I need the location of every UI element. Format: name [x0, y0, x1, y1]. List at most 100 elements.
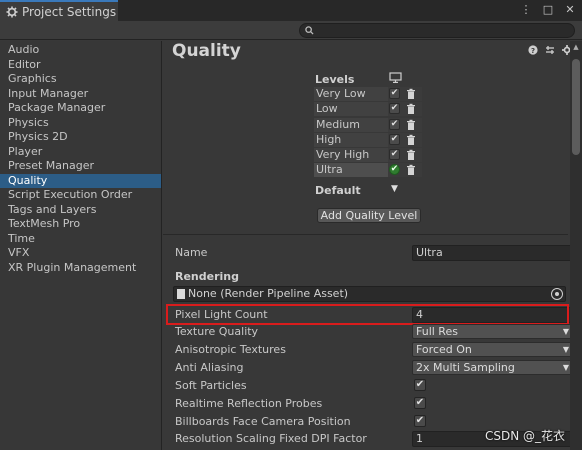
header-icons: ? [528, 45, 570, 55]
sidebar-item-input-manager[interactable]: Input Manager [0, 87, 161, 102]
quality-level-row: Very High ✔ [314, 148, 422, 163]
monitor-icon [389, 72, 402, 83]
tab-title: Project Settings [22, 4, 117, 19]
quality-settings-panel: Quality ? Levels Very Low ✔ Low ✔ Medium… [163, 41, 570, 450]
trash-icon[interactable] [405, 134, 417, 146]
realtime-reflection-probes-label: Realtime Reflection Probes [175, 397, 323, 410]
scrollbar-thumb[interactable] [572, 59, 580, 155]
sidebar-item-package-manager[interactable]: Package Manager [0, 101, 161, 116]
soft-particles-label: Soft Particles [175, 379, 247, 392]
vertical-scrollbar[interactable]: ▲ [570, 41, 582, 450]
quality-level-row-selected: Ultra ✔ [314, 163, 422, 178]
resolution-scaling-dpi-label: Resolution Scaling Fixed DPI Factor [175, 432, 367, 445]
trash-icon[interactable] [405, 88, 417, 100]
quality-level-label[interactable]: Very Low [314, 87, 388, 101]
pixel-light-count-label: Pixel Light Count [175, 308, 268, 321]
sidebar-item-graphics[interactable]: Graphics [0, 72, 161, 87]
quality-level-row: High ✔ [314, 132, 422, 148]
name-field[interactable]: Ultra [412, 245, 570, 261]
quality-level-label[interactable]: Low [314, 102, 388, 117]
anti-aliasing-value: 2x Multi Sampling [416, 361, 515, 374]
quality-level-row: Low ✔ [314, 102, 422, 117]
billboards-face-camera-checkbox[interactable]: ✔ [414, 415, 426, 427]
search-box[interactable] [299, 23, 575, 38]
quality-level-checkbox[interactable]: ✔ [389, 88, 400, 99]
realtime-reflection-probes-checkbox[interactable]: ✔ [414, 397, 426, 409]
page-title: Quality [172, 41, 241, 61]
preset-icon[interactable] [545, 45, 555, 55]
quality-level-label[interactable]: High [314, 132, 388, 147]
tab-project-settings[interactable]: Project Settings [0, 0, 118, 21]
add-quality-level-button[interactable]: Add Quality Level [317, 208, 421, 223]
close-icon[interactable]: ✕ [564, 3, 576, 17]
more-options-icon[interactable]: ⋮ [520, 3, 532, 17]
soft-particles-row: Soft Particles ✔ [175, 378, 565, 394]
anti-aliasing-row: Anti Aliasing 2x Multi Sampling ▼ [175, 360, 570, 376]
settings-sidebar: Audio Editor Graphics Input Manager Pack… [0, 41, 162, 450]
search-row [0, 21, 582, 40]
levels-label: Levels [315, 73, 355, 86]
texture-quality-row: Texture Quality Full Res ▼ [175, 324, 570, 340]
anisotropic-textures-row: Anisotropic Textures Forced On ▼ [175, 342, 570, 358]
name-label: Name [175, 246, 208, 259]
sidebar-item-quality[interactable]: Quality [0, 173, 161, 188]
window-controls: ⋮ □ ✕ [520, 3, 576, 17]
render-pipeline-asset-field[interactable]: None (Render Pipeline Asset) [173, 286, 566, 302]
anisotropic-textures-value: Forced On [416, 343, 472, 356]
sidebar-item-textmesh-pro[interactable]: TextMesh Pro [0, 217, 161, 232]
sidebar-item-script-execution-order[interactable]: Script Execution Order [0, 188, 161, 203]
sidebar-item-time[interactable]: Time [0, 232, 161, 247]
billboards-face-camera-label: Billboards Face Camera Position [175, 415, 351, 428]
settings-gear-icon[interactable] [562, 45, 570, 55]
quality-level-label[interactable]: Very High [314, 148, 388, 163]
name-row: Name Ultra [175, 245, 570, 261]
watermark: CSDN @_花衣 [485, 429, 566, 443]
object-picker-icon[interactable] [551, 288, 563, 300]
quality-level-checkbox[interactable]: ✔ [389, 133, 400, 145]
sidebar-item-player[interactable]: Player [0, 145, 161, 160]
chevron-down-icon: ▼ [562, 363, 569, 372]
sidebar-item-preset-manager[interactable]: Preset Manager [0, 159, 161, 174]
pixel-light-count-field[interactable]: 4 [412, 307, 570, 323]
sidebar-item-xr-plugin-management[interactable]: XR Plugin Management [0, 261, 161, 276]
trash-icon[interactable] [405, 103, 417, 115]
scroll-up-icon[interactable]: ▲ [571, 43, 581, 53]
sidebar-item-tags-and-layers[interactable]: Tags and Layers [0, 203, 161, 218]
anisotropic-textures-dropdown[interactable]: Forced On ▼ [412, 342, 570, 357]
sidebar-item-vfx[interactable]: VFX [0, 246, 161, 261]
svg-text:?: ? [531, 47, 535, 55]
sidebar-item-physics-2d[interactable]: Physics 2D [0, 130, 161, 145]
trash-icon[interactable] [405, 119, 417, 131]
help-icon[interactable]: ? [528, 45, 538, 55]
default-label: Default [315, 184, 361, 197]
quality-level-label[interactable]: Medium [314, 117, 388, 132]
texture-quality-label: Texture Quality [175, 325, 259, 338]
search-icon [305, 26, 314, 35]
trash-icon[interactable] [405, 164, 417, 176]
chevron-down-icon: ▼ [562, 345, 569, 354]
quality-level-row: Medium ✔ [314, 117, 422, 133]
trash-icon[interactable] [405, 149, 417, 161]
quality-level-checkbox[interactable]: ✔ [389, 149, 400, 161]
title-bar: Project Settings ⋮ □ ✕ [0, 0, 582, 21]
sidebar-item-physics[interactable]: Physics [0, 116, 161, 131]
quality-level-checkbox[interactable]: ✔ [389, 118, 400, 130]
anti-aliasing-label: Anti Aliasing [175, 361, 244, 374]
document-icon [177, 289, 185, 299]
quality-level-label[interactable]: Ultra [314, 163, 388, 178]
sidebar-item-editor[interactable]: Editor [0, 58, 161, 73]
divider [163, 234, 568, 235]
gear-icon [6, 6, 18, 17]
search-input[interactable] [314, 24, 554, 37]
maximize-icon[interactable]: □ [542, 3, 554, 17]
sidebar-item-audio[interactable]: Audio [0, 43, 161, 58]
chevron-down-icon[interactable]: ▼ [389, 184, 400, 194]
texture-quality-dropdown[interactable]: Full Res ▼ [412, 324, 570, 339]
realtime-reflection-probes-row: Realtime Reflection Probes ✔ [175, 396, 565, 412]
rendering-section-header: Rendering [175, 270, 239, 283]
pixel-light-count-row: Pixel Light Count 4 [175, 307, 570, 323]
quality-level-checkbox[interactable]: ✔ [389, 103, 400, 115]
soft-particles-checkbox[interactable]: ✔ [414, 379, 426, 391]
anti-aliasing-dropdown[interactable]: 2x Multi Sampling ▼ [412, 360, 570, 375]
anisotropic-textures-label: Anisotropic Textures [175, 343, 286, 356]
